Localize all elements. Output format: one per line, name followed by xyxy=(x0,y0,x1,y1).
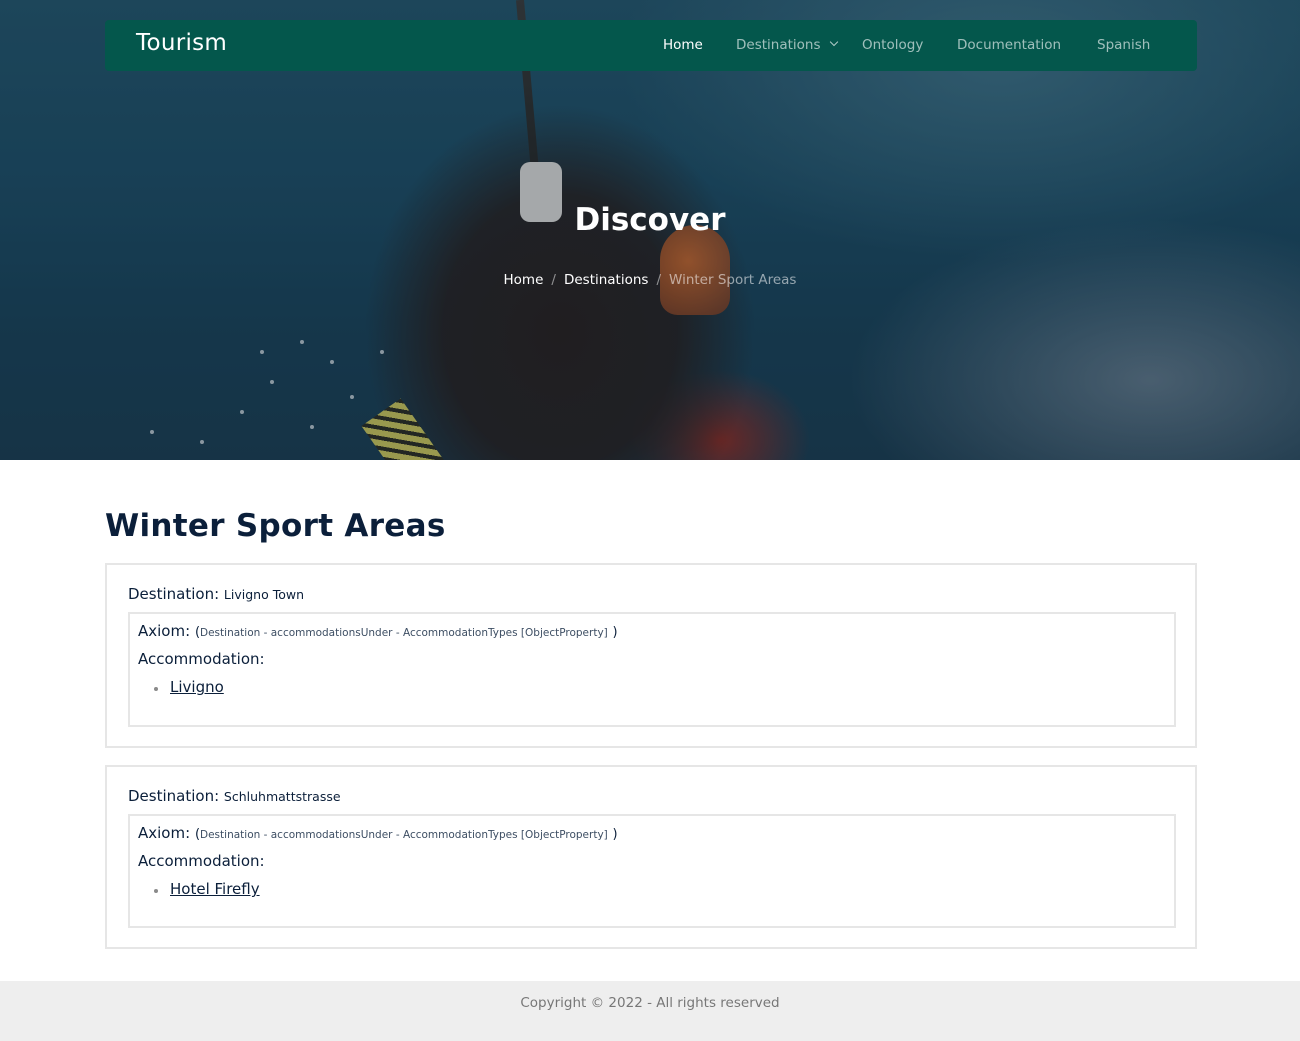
axiom-box: Axiom: (Destination - accommodationsUnde… xyxy=(128,814,1176,928)
list-item: Livigno xyxy=(154,678,224,696)
nav-ontology[interactable]: Ontology xyxy=(862,37,923,53)
axiom-box: Axiom: (Destination - accommodationsUnde… xyxy=(128,612,1176,727)
brand-logo-link[interactable]: Tourism xyxy=(136,30,227,56)
nav-documentation[interactable]: Documentation xyxy=(957,37,1061,53)
copyright-text: Copyright © 2022 - All rights reserved xyxy=(520,995,780,1011)
nav-spanish[interactable]: Spanish xyxy=(1097,37,1150,53)
accommodation-list: Livigno xyxy=(154,678,224,696)
breadcrumb-current: Winter Sport Areas xyxy=(669,272,797,288)
accommodation-link[interactable]: Hotel Firefly xyxy=(170,880,260,898)
breadcrumb-home[interactable]: Home xyxy=(504,272,544,288)
destination-line: Destination: Livigno Town xyxy=(128,585,304,603)
list-item: Hotel Firefly xyxy=(154,880,260,898)
axiom-text: Destination - accommodationsUnder - Acco… xyxy=(200,627,608,639)
accommodation-list: Hotel Firefly xyxy=(154,880,260,898)
nav-home[interactable]: Home xyxy=(663,37,703,53)
page-title: Winter Sport Areas xyxy=(105,508,446,544)
nav-destinations[interactable]: Destinations xyxy=(736,37,821,53)
axiom-label: Axiom: xyxy=(138,824,191,842)
top-navbar: Tourism Home Destinations Ontology Docum… xyxy=(105,20,1197,71)
axiom-line: Axiom: (Destination - accommodationsUnde… xyxy=(138,622,618,640)
breadcrumb-separator: / xyxy=(656,272,662,288)
hero-banner: Tourism Home Destinations Ontology Docum… xyxy=(0,0,1300,460)
destination-card: Destination: Livigno Town Axiom: (Destin… xyxy=(105,563,1197,748)
destination-name: Schluhmattstrasse xyxy=(223,789,341,804)
axiom-text: Destination - accommodationsUnder - Acco… xyxy=(200,829,608,841)
hero-title: Discover xyxy=(574,202,726,238)
destination-label: Destination: xyxy=(128,585,220,603)
destination-line: Destination: Schluhmattstrasse xyxy=(128,787,341,805)
destination-name: Livigno Town xyxy=(223,587,305,602)
destination-label: Destination: xyxy=(128,787,220,805)
destination-card: Destination: Schluhmattstrasse Axiom: (D… xyxy=(105,765,1197,949)
chevron-down-icon[interactable] xyxy=(829,37,839,47)
axiom-close-paren: ) xyxy=(612,625,618,640)
axiom-line: Axiom: (Destination - accommodationsUnde… xyxy=(138,824,618,842)
accommodation-label: Accommodation: xyxy=(138,650,265,668)
breadcrumb-destinations[interactable]: Destinations xyxy=(564,272,649,288)
axiom-label: Axiom: xyxy=(138,622,191,640)
accommodation-link[interactable]: Livigno xyxy=(170,678,224,696)
footer: Copyright © 2022 - All rights reserved xyxy=(0,981,1300,1041)
axiom-close-paren: ) xyxy=(612,827,618,842)
breadcrumb: Home / Destinations / Winter Sport Areas xyxy=(0,272,1300,288)
accommodation-label: Accommodation: xyxy=(138,852,265,870)
breadcrumb-separator: / xyxy=(551,272,556,288)
